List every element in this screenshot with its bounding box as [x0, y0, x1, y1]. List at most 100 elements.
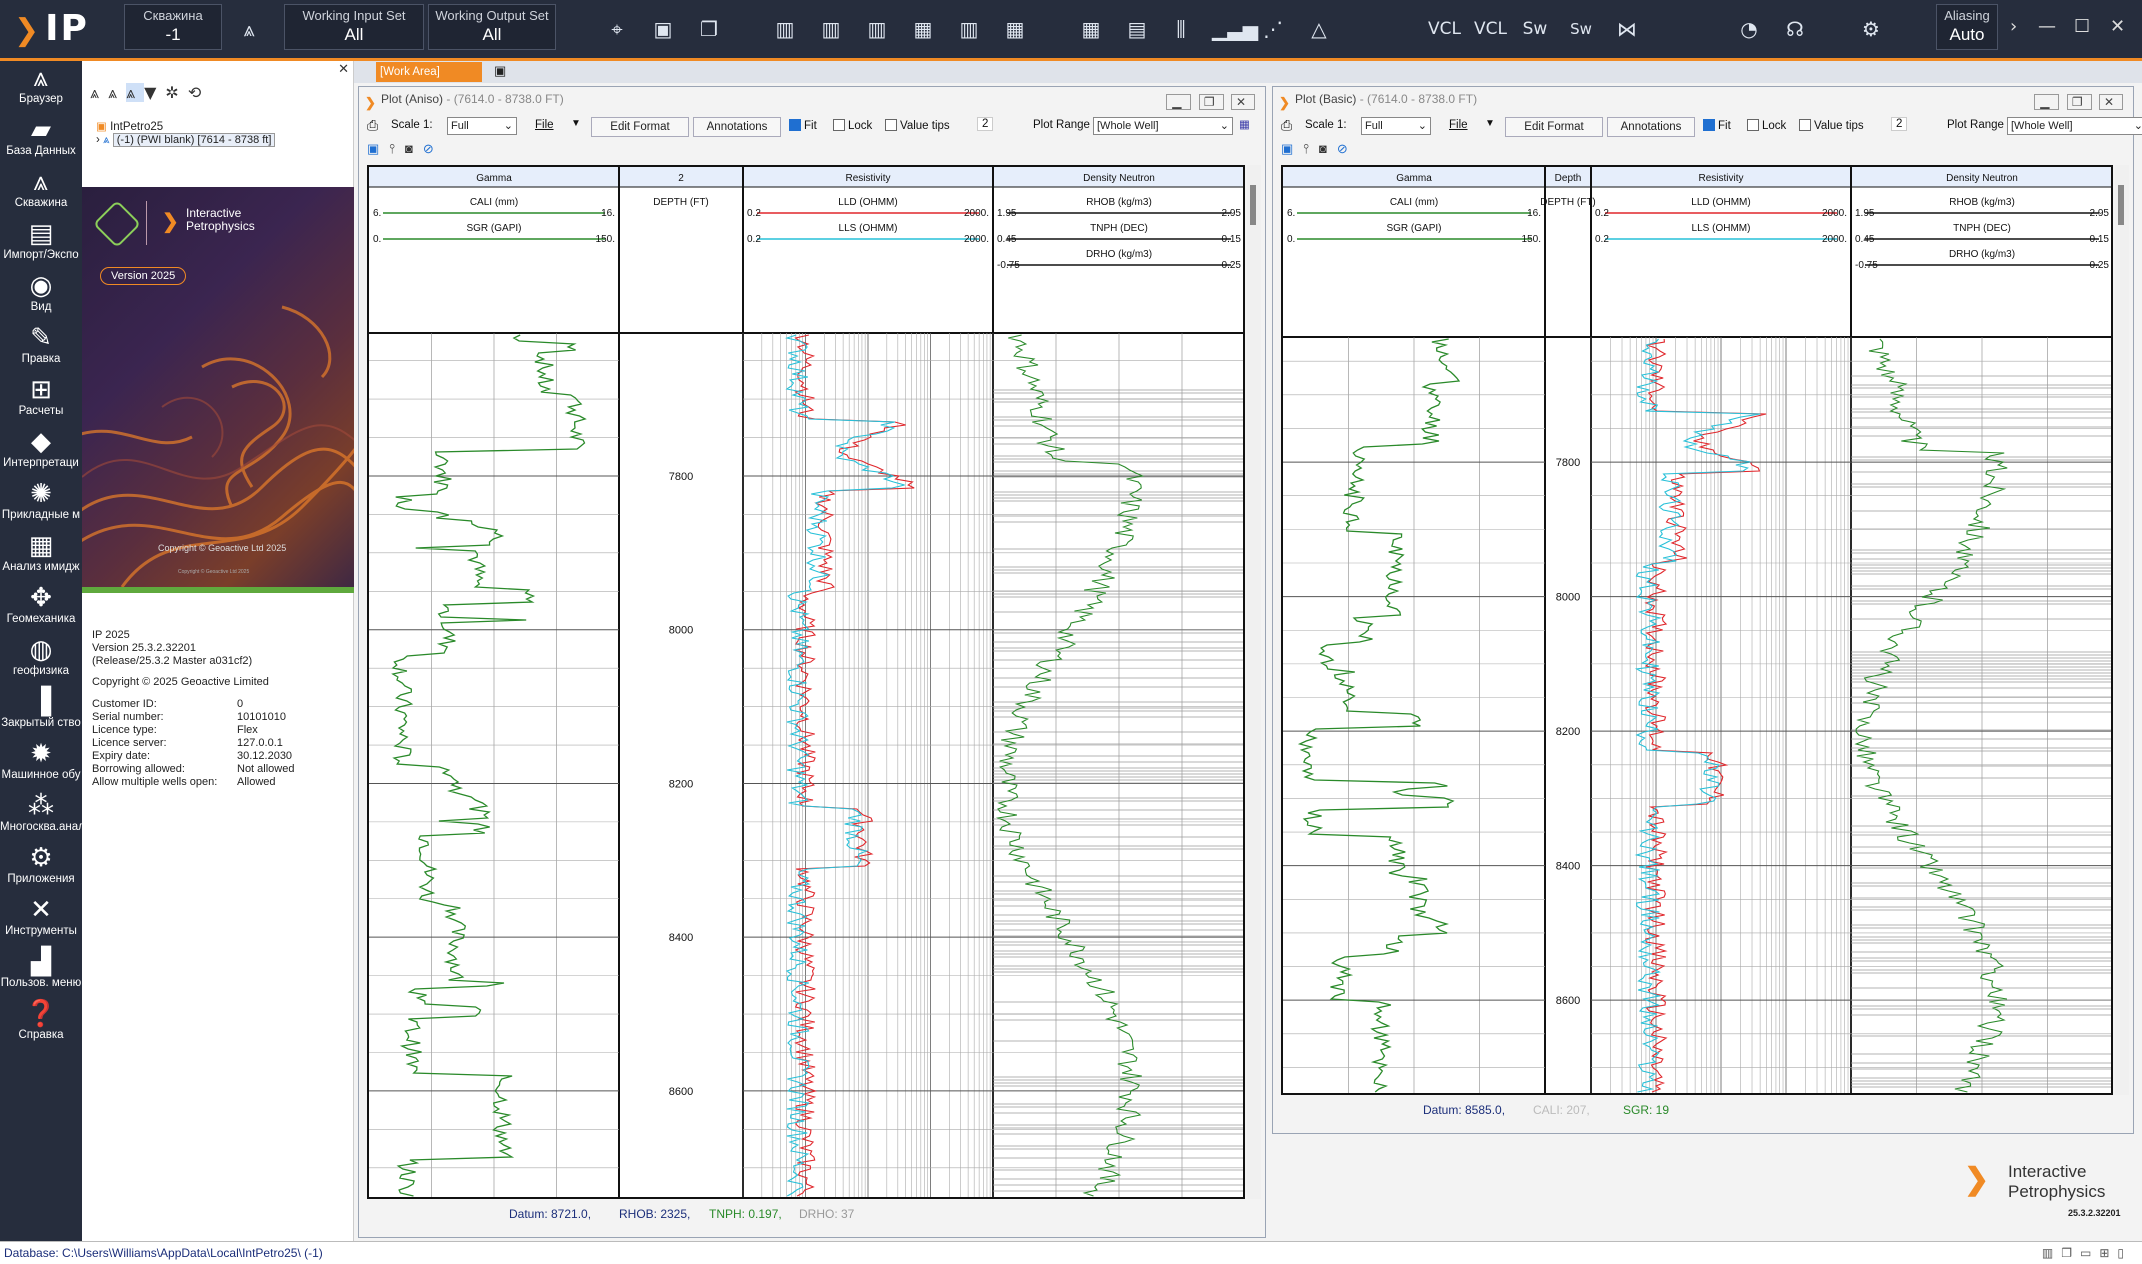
- crossplot-icon[interactable]: ⋰: [1258, 14, 1288, 44]
- plot-title-bar[interactable]: ❯ Plot (Aniso) - (7614.0 - 8738.0 FT) ▁ ❐ …: [359, 87, 1265, 111]
- window-icon[interactable]: ▭: [2080, 1246, 2099, 1260]
- sidebar-item-15[interactable]: ⚙ Приложения: [0, 841, 82, 893]
- scrollbar-thumb[interactable]: [1250, 185, 1256, 225]
- grid-plot-icon[interactable]: ▦: [1076, 14, 1106, 44]
- plot-minimize-icon[interactable]: ▁: [2034, 94, 2060, 110]
- track-count[interactable]: 2: [977, 117, 994, 131]
- save-icon[interactable]: ▣: [648, 14, 678, 44]
- lock-checkbox[interactable]: Lock: [833, 119, 872, 132]
- sidebar-item-5[interactable]: ✎ Правка: [0, 321, 82, 373]
- plot-minimize-icon[interactable]: ▁: [1166, 94, 1192, 110]
- cascade-icon[interactable]: ❐: [2061, 1246, 2080, 1260]
- tree-child[interactable]: › ⩓ (-1) (PWI blank) [7614 - 8738 ft]: [96, 133, 276, 147]
- plot-range-select[interactable]: [Whole Well] ⌄: [2007, 117, 2142, 135]
- tree-root[interactable]: ▣ IntPetro25: [96, 119, 275, 133]
- plot-window-0[interactable]: ❯ Plot (Aniso) - (7614.0 - 8738.0 FT) ▁ ❐ …: [358, 86, 1266, 1238]
- work-area-tab[interactable]: [Work Area]: [376, 62, 482, 82]
- plot-restore-icon[interactable]: ❐: [1198, 94, 1224, 110]
- pin-icon[interactable]: ⫯: [1303, 141, 1319, 156]
- gauge-icon[interactable]: ◔: [1734, 14, 1764, 44]
- close-icon[interactable]: ✕: [2110, 16, 2125, 37]
- sidebar-item-13[interactable]: ✹ Машинное обу: [0, 737, 82, 789]
- scale-select[interactable]: Full ⌄: [1361, 117, 1431, 135]
- plot-c-icon[interactable]: ▥: [862, 14, 892, 44]
- plugin-icon[interactable]: ⚙: [1856, 14, 1886, 44]
- asterisk-icon[interactable]: ✲: [165, 83, 187, 102]
- plot-a-icon[interactable]: ▥: [770, 14, 800, 44]
- scrollbar-thumb[interactable]: [2118, 185, 2124, 225]
- browser-close-icon[interactable]: ✕: [338, 61, 349, 77]
- filter-icon[interactable]: ▼: [144, 83, 165, 102]
- scale-select[interactable]: Full ⌄: [447, 117, 517, 135]
- edit-format-button[interactable]: Edit Format: [591, 117, 689, 137]
- sidebar-item-9[interactable]: ▦ Анализ имидж: [0, 529, 82, 581]
- vcl-icon[interactable]: VCL: [1428, 14, 1461, 44]
- value-tips-checkbox[interactable]: Value tips: [1799, 119, 1864, 132]
- sidebar-item-0[interactable]: ⩓ Браузер: [0, 61, 82, 113]
- plot-window-1[interactable]: ❯ Plot (Basic) - (7614.0 - 8738.0 FT) ▁ ❐ …: [1272, 86, 2142, 1134]
- plot-range-select[interactable]: [Whole Well] ⌄: [1093, 117, 1233, 135]
- pin-icon[interactable]: ⫯: [389, 141, 405, 156]
- notification-icon[interactable]: ☊: [1780, 14, 1810, 44]
- more-chevron-icon[interactable]: ›: [2010, 16, 2017, 37]
- sidebar-item-2[interactable]: ⩓ Скважина: [0, 165, 82, 217]
- file-dropdown-icon[interactable]: ▼: [571, 118, 581, 129]
- zoom-icon[interactable]: ▣: [367, 141, 389, 156]
- log-plot-area[interactable]: Gamma 2 Resistivity Density Neutron CALI (mm…: [367, 165, 1245, 1199]
- log-plot-icon[interactable]: ⫼: [1166, 14, 1196, 44]
- edit-format-button[interactable]: Edit Format: [1505, 117, 1603, 137]
- value-tips-checkbox[interactable]: Value tips: [885, 119, 950, 132]
- copy-windows-icon[interactable]: ❐: [694, 14, 724, 44]
- aliasing-selector[interactable]: Aliasing Auto: [1936, 4, 1998, 50]
- annotations-button[interactable]: Annotations: [1607, 117, 1695, 137]
- fit-checkbox[interactable]: Fit: [1703, 119, 1731, 132]
- help-circle-icon[interactable]: ⊘: [423, 141, 444, 156]
- cutoff-icon[interactable]: ⋈: [1612, 14, 1642, 44]
- plot-d-icon[interactable]: ▦: [908, 14, 938, 44]
- sidebar-item-8[interactable]: ✺ Прикладные м: [0, 477, 82, 529]
- plot-f-icon[interactable]: ▦: [1000, 14, 1030, 44]
- camera-icon[interactable]: ◙: [1319, 141, 1337, 156]
- sidebar-item-3[interactable]: ▤ Импорт/Экспо: [0, 217, 82, 269]
- well-tree-icon[interactable]: ⩓: [90, 83, 108, 102]
- ternary-icon[interactable]: △: [1304, 14, 1334, 44]
- camera-icon[interactable]: ◙: [405, 141, 423, 156]
- lock-checkbox[interactable]: Lock: [1747, 119, 1786, 132]
- output-set-selector[interactable]: Working Output Set All: [428, 4, 556, 50]
- sidebar-item-17[interactable]: ▟ Пользов. меню: [0, 945, 82, 997]
- expand-chevron-icon[interactable]: ›: [96, 134, 100, 146]
- zoom-icon[interactable]: ▣: [1281, 141, 1303, 156]
- file-menu[interactable]: File: [1449, 119, 1468, 131]
- fit-checkbox[interactable]: Fit: [789, 119, 817, 132]
- file-menu[interactable]: File: [535, 119, 554, 131]
- trash-icon[interactable]: ▯: [2117, 1246, 2132, 1260]
- layout-icon[interactable]: ⊞: [2099, 1246, 2117, 1260]
- plot-title-bar[interactable]: ❯ Plot (Basic) - (7614.0 - 8738.0 FT) ▁ ❐ …: [1273, 87, 2133, 111]
- tile-icon[interactable]: ▥: [2042, 1246, 2061, 1260]
- refresh-icon[interactable]: ⟲: [188, 83, 210, 102]
- print-icon[interactable]: ⎙: [1281, 117, 1292, 134]
- plot-close-icon[interactable]: ✕: [1230, 94, 1255, 110]
- sw-icon[interactable]: Sw: [1520, 14, 1550, 44]
- well-selector[interactable]: Скважина -1: [124, 4, 222, 50]
- track-count[interactable]: 2: [1891, 117, 1908, 131]
- sidebar-item-6[interactable]: ⊞ Расчеты: [0, 373, 82, 425]
- plot-e-icon[interactable]: ▥: [954, 14, 984, 44]
- zone-icon[interactable]: ⩓: [126, 83, 145, 102]
- histogram-icon[interactable]: ▁▃▅: [1212, 14, 1258, 44]
- minimize-icon[interactable]: —: [2038, 16, 2056, 37]
- log-plot-area[interactable]: Gamma Depth Resistivity Density Neutron CALI…: [1281, 165, 2113, 1095]
- colormap-icon[interactable]: ▦: [1239, 117, 1250, 131]
- plot-scrollbar[interactable]: [2115, 165, 2129, 1095]
- plot-b-icon[interactable]: ▥: [816, 14, 846, 44]
- well-icon[interactable]: ⩓: [234, 14, 264, 44]
- table-icon[interactable]: ▤: [1122, 14, 1152, 44]
- plot-scrollbar[interactable]: [1247, 165, 1261, 1199]
- annotations-button[interactable]: Annotations: [693, 117, 781, 137]
- map-pin-icon[interactable]: ⌖: [602, 14, 632, 44]
- well-list-icon[interactable]: ⩓: [108, 83, 126, 102]
- vcl-params-icon[interactable]: VCL: [1474, 14, 1507, 44]
- sidebar-item-7[interactable]: ◆ Интерпретаци: [0, 425, 82, 477]
- new-tab-icon[interactable]: ▣: [494, 63, 506, 79]
- print-icon[interactable]: ⎙: [367, 117, 378, 134]
